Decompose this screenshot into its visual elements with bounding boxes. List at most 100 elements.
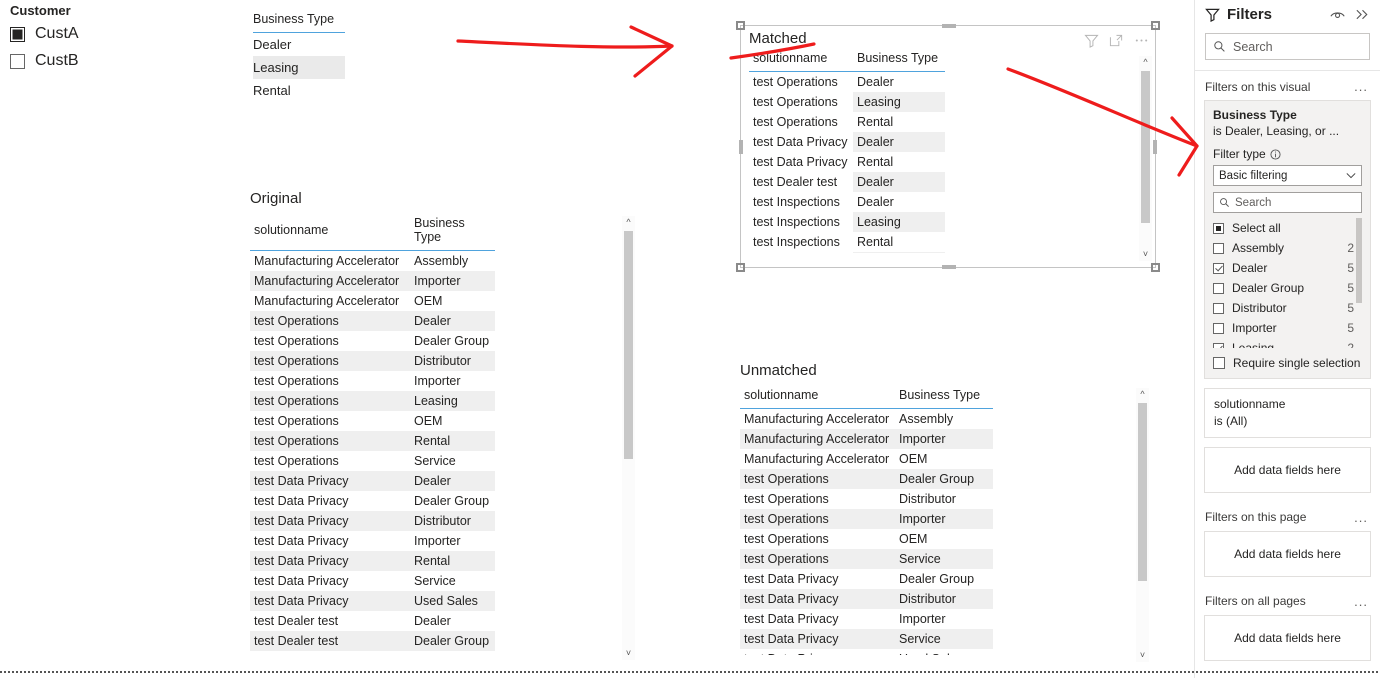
column-header-business-type[interactable]: Business Type <box>895 385 993 409</box>
require-single-selection-row[interactable]: Require single selection <box>1213 356 1362 370</box>
original-table-visual[interactable]: Original solutionname Business Type Manu… <box>250 190 640 670</box>
matched-table-scroll-area[interactable]: solutionname Business Type test Operatio… <box>749 48 945 253</box>
scrollbar-thumb[interactable] <box>1356 218 1362 303</box>
table-row[interactable]: test Inspections Dealer <box>749 192 945 212</box>
scroll-up-arrow-icon[interactable]: ^ <box>1139 56 1152 69</box>
section-more-options-icon[interactable]: ... <box>1354 594 1368 609</box>
table-row[interactable]: test Inspections Leasing <box>749 212 945 232</box>
table-row[interactable]: test Data PrivacyUsed Sales <box>250 591 495 611</box>
resize-handle-top-left[interactable] <box>736 21 745 30</box>
checkbox-checked-icon[interactable] <box>1213 262 1224 274</box>
table-row[interactable]: test Operations Leasing <box>749 92 945 112</box>
matched-table-visual[interactable]: Matched solutionname Business Type test … <box>736 21 1160 272</box>
table-row[interactable]: test Operations Dealer Group <box>740 469 993 489</box>
filter-value-row-assembly[interactable]: Assembly 2 <box>1213 238 1362 258</box>
original-table-scroll-area[interactable]: solutionname Business Type Manufacturing… <box>250 213 495 653</box>
filter-card-business-type[interactable]: Business Type is Dealer, Leasing, or ...… <box>1204 100 1371 379</box>
unmatched-table-scroll-area[interactable]: solutionname Business Type Manufacturing… <box>740 385 993 655</box>
scrollbar-thumb[interactable] <box>1141 71 1150 223</box>
checkbox-unchecked-icon[interactable] <box>1213 242 1224 254</box>
filter-icon[interactable] <box>1084 33 1099 48</box>
more-options-icon[interactable] <box>1134 33 1149 48</box>
table-row[interactable]: test Operations Distributor <box>250 351 495 371</box>
filters-search-input[interactable]: Search <box>1205 33 1370 60</box>
info-icon[interactable] <box>1270 148 1281 160</box>
table-row[interactable]: Manufacturing Accelerator Assembly <box>250 251 495 272</box>
table-row[interactable]: test Operations Rental <box>749 112 945 132</box>
table-row[interactable]: test Operations Importer <box>740 509 993 529</box>
business-type-slicer-item-rental[interactable]: Rental <box>253 79 345 102</box>
scroll-down-arrow-icon[interactable]: ˅ <box>622 647 635 660</box>
table-row[interactable]: test Dealer test Dealer <box>749 172 945 192</box>
unmatched-table-visual[interactable]: Unmatched solutionname Business Type Man… <box>740 362 1160 672</box>
collapse-pane-icon[interactable] <box>1355 8 1370 21</box>
table-row[interactable]: test Data Privacy Dealer Group <box>740 569 993 589</box>
checkbox-checked-icon[interactable] <box>10 26 25 42</box>
table-row[interactable]: test Data Privacy Dealer <box>250 471 495 491</box>
matched-table-vertical-scrollbar[interactable]: ^ ˅ <box>1139 56 1152 261</box>
scroll-up-arrow-icon[interactable]: ^ <box>622 216 635 229</box>
table-row[interactable]: test Data Privacy Rental <box>250 551 495 571</box>
original-table-vertical-scrollbar[interactable]: ^ ˅ <box>622 216 635 660</box>
resize-handle-bottom-right[interactable] <box>1151 263 1160 272</box>
filter-value-row-importer[interactable]: Importer 5 <box>1213 318 1362 338</box>
table-row[interactable]: test Operations Dealer <box>250 311 495 331</box>
table-row[interactable]: Manufacturing Accelerator OEM <box>740 449 993 469</box>
table-row[interactable]: Manufacturing Accelerator Importer <box>250 271 495 291</box>
table-row[interactable]: test Operations Dealer <box>749 72 945 93</box>
business-type-slicer-item-leasing[interactable]: Leasing <box>253 56 345 79</box>
filter-value-row-distributor[interactable]: Distributor 5 <box>1213 298 1362 318</box>
visual-filters-add-data-fields-well[interactable]: Add data fields here <box>1204 446 1371 493</box>
checkbox-unchecked-icon[interactable] <box>1213 322 1224 334</box>
table-row[interactable]: Manufacturing Accelerator Importer <box>740 429 993 449</box>
focus-mode-icon[interactable] <box>1109 33 1124 48</box>
resize-handle-top-right[interactable] <box>1151 21 1160 30</box>
column-header-solutionname[interactable]: solutionname <box>749 48 853 72</box>
table-row[interactable]: test Data Privacy Importer <box>250 531 495 551</box>
table-row[interactable]: test Operations Rental <box>250 431 495 451</box>
table-row[interactable]: test Operations OEM <box>250 411 495 431</box>
scroll-down-arrow-icon[interactable]: ˅ <box>1139 248 1152 261</box>
table-row[interactable]: test Dealer test Dealer Group <box>250 631 495 651</box>
filter-values-search-input[interactable]: Search <box>1213 192 1362 213</box>
resize-handle-bottom-left[interactable] <box>736 263 745 272</box>
filter-values-scrollbar[interactable] <box>1356 218 1362 348</box>
table-row[interactable]: test Data Privacy Service <box>740 629 993 649</box>
scrollbar-thumb[interactable] <box>1138 403 1147 581</box>
checkbox-partial-icon[interactable] <box>1213 222 1224 234</box>
table-row[interactable]: test Data Privacy Rental <box>749 152 945 172</box>
checkbox-unchecked-icon[interactable] <box>1213 302 1224 314</box>
table-row[interactable]: test Data Privacy Dealer Group <box>250 491 495 511</box>
page-filters-add-data-fields-well[interactable]: Add data fields here <box>1204 530 1371 577</box>
filter-value-row-dealer[interactable]: Dealer 5 <box>1213 258 1362 278</box>
table-row[interactable]: test Data PrivacyUsed Sales <box>740 649 993 655</box>
table-row[interactable]: test Operations Importer <box>250 371 495 391</box>
table-row[interactable]: test Operations Service <box>250 451 495 471</box>
checkbox-checked-icon[interactable] <box>1213 342 1224 348</box>
table-row[interactable]: test Dealer test Dealer <box>250 611 495 631</box>
checkbox-unchecked-icon[interactable] <box>10 53 25 69</box>
section-more-options-icon[interactable]: ... <box>1354 79 1368 94</box>
checkbox-unchecked-icon[interactable] <box>1213 357 1225 369</box>
table-row[interactable]: test Operations Distributor <box>740 489 993 509</box>
filter-value-row-dealer-group[interactable]: Dealer Group 5 <box>1213 278 1362 298</box>
table-row[interactable]: test Data Privacy Distributor <box>250 511 495 531</box>
column-header-solutionname[interactable]: solutionname <box>250 213 410 251</box>
customer-slicer[interactable]: Customer CustA CustB <box>10 0 230 76</box>
filter-values-checkbox-list[interactable]: Select all Assembly 2 Dealer 5 Dealer Group 5 D… <box>1213 218 1362 348</box>
table-row[interactable]: test Operations Leasing <box>250 391 495 411</box>
column-header-solutionname[interactable]: solutionname <box>740 385 895 409</box>
table-row[interactable]: test Data Privacy Service <box>250 571 495 591</box>
table-row[interactable]: test Operations Service <box>740 549 993 569</box>
table-row[interactable]: Manufacturing Accelerator Assembly <box>740 409 993 430</box>
resize-handle-middle-left[interactable] <box>739 140 743 154</box>
hide-pane-eye-icon[interactable] <box>1330 8 1346 21</box>
customer-slicer-item-custa[interactable]: CustA <box>10 22 230 46</box>
resize-handle-middle-right[interactable] <box>1153 140 1157 154</box>
filter-value-row-leasing[interactable]: Leasing 2 <box>1213 338 1362 348</box>
filter-value-row-select-all[interactable]: Select all <box>1213 218 1362 238</box>
table-row[interactable]: test Data Privacy Distributor <box>740 589 993 609</box>
table-row[interactable]: test Data Privacy Importer <box>740 609 993 629</box>
filter-card-solutionname[interactable]: solutionname is (All) <box>1204 388 1371 438</box>
filter-type-dropdown[interactable]: Basic filtering <box>1213 165 1362 186</box>
